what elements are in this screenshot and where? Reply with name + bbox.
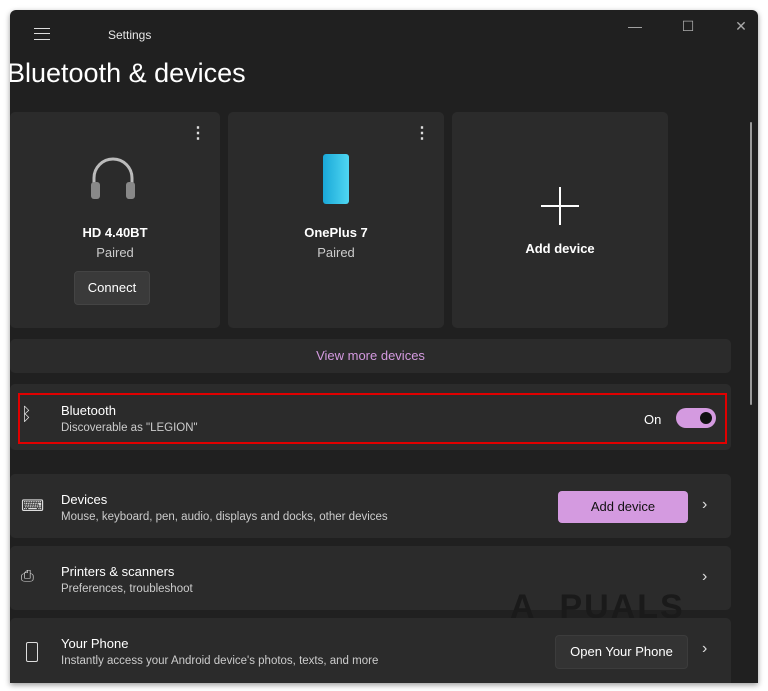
more-options-icon[interactable]: ⋮ xyxy=(414,126,430,142)
chevron-right-icon[interactable]: › xyxy=(702,640,707,658)
bluetooth-row: ᛒ Bluetooth Discoverable as "LEGION" On xyxy=(10,384,731,450)
more-options-icon[interactable]: ⋮ xyxy=(190,126,206,142)
device-name: HD 4.40BT xyxy=(82,225,148,240)
minimize-button[interactable]: — xyxy=(620,18,650,34)
keyboard-device-icon: ⌨ xyxy=(21,498,45,515)
highlight-box xyxy=(18,393,727,444)
view-more-devices-link[interactable]: View more devices xyxy=(10,339,731,373)
device-card-headphones[interactable]: ⋮ HD 4.40BT Paired Connect xyxy=(10,112,220,328)
add-device-card[interactable]: Add device xyxy=(452,112,668,328)
phone-icon xyxy=(26,642,38,662)
add-device-button[interactable]: Add device xyxy=(558,491,688,523)
row-title: Your Phone xyxy=(61,636,129,651)
add-device-label: Add device xyxy=(525,241,595,256)
toggle-state-label: On xyxy=(644,412,662,427)
chevron-right-icon[interactable]: › xyxy=(702,496,707,514)
bluetooth-subtitle: Discoverable as "LEGION" xyxy=(61,422,198,434)
open-your-phone-button[interactable]: Open Your Phone xyxy=(555,635,688,669)
row-subtitle: Instantly access your Android device's p… xyxy=(61,655,379,667)
phone-icon xyxy=(323,154,349,204)
bluetooth-title: Bluetooth xyxy=(61,403,116,418)
row-subtitle: Mouse, keyboard, pen, audio, displays an… xyxy=(61,511,388,523)
page-title: Bluetooth & devices xyxy=(10,58,246,88)
device-card-phone[interactable]: ⋮ OnePlus 7 Paired xyxy=(228,112,444,328)
bluetooth-toggle[interactable] xyxy=(676,408,716,428)
app-title: Settings xyxy=(108,28,152,42)
maximize-button[interactable]: ☐ xyxy=(673,18,703,35)
settings-window: Settings — ☐ ✕ Bluetooth & devices ⋮ HD … xyxy=(10,10,758,683)
devices-row[interactable]: ⌨ Devices Mouse, keyboard, pen, audio, d… xyxy=(10,474,731,538)
scrollbar[interactable] xyxy=(750,122,752,405)
row-subtitle: Preferences, troubleshoot xyxy=(61,583,193,595)
headphones-icon xyxy=(91,157,135,199)
device-status: Paired xyxy=(96,245,134,260)
printer-icon: ⎙ xyxy=(21,568,34,585)
device-status: Paired xyxy=(317,245,355,260)
row-title: Printers & scanners xyxy=(61,564,175,579)
bluetooth-icon: ᛒ xyxy=(21,404,32,424)
your-phone-row[interactable]: Your Phone Instantly access your Android… xyxy=(10,618,731,683)
device-name: OnePlus 7 xyxy=(304,225,368,240)
chevron-right-icon[interactable]: › xyxy=(702,568,707,586)
printers-row[interactable]: ⎙ Printers & scanners Preferences, troub… xyxy=(10,546,731,626)
connect-button[interactable]: Connect xyxy=(74,271,150,305)
hamburger-menu-icon[interactable] xyxy=(34,28,50,40)
row-title: Devices xyxy=(61,492,108,507)
close-button[interactable]: ✕ xyxy=(726,18,756,35)
